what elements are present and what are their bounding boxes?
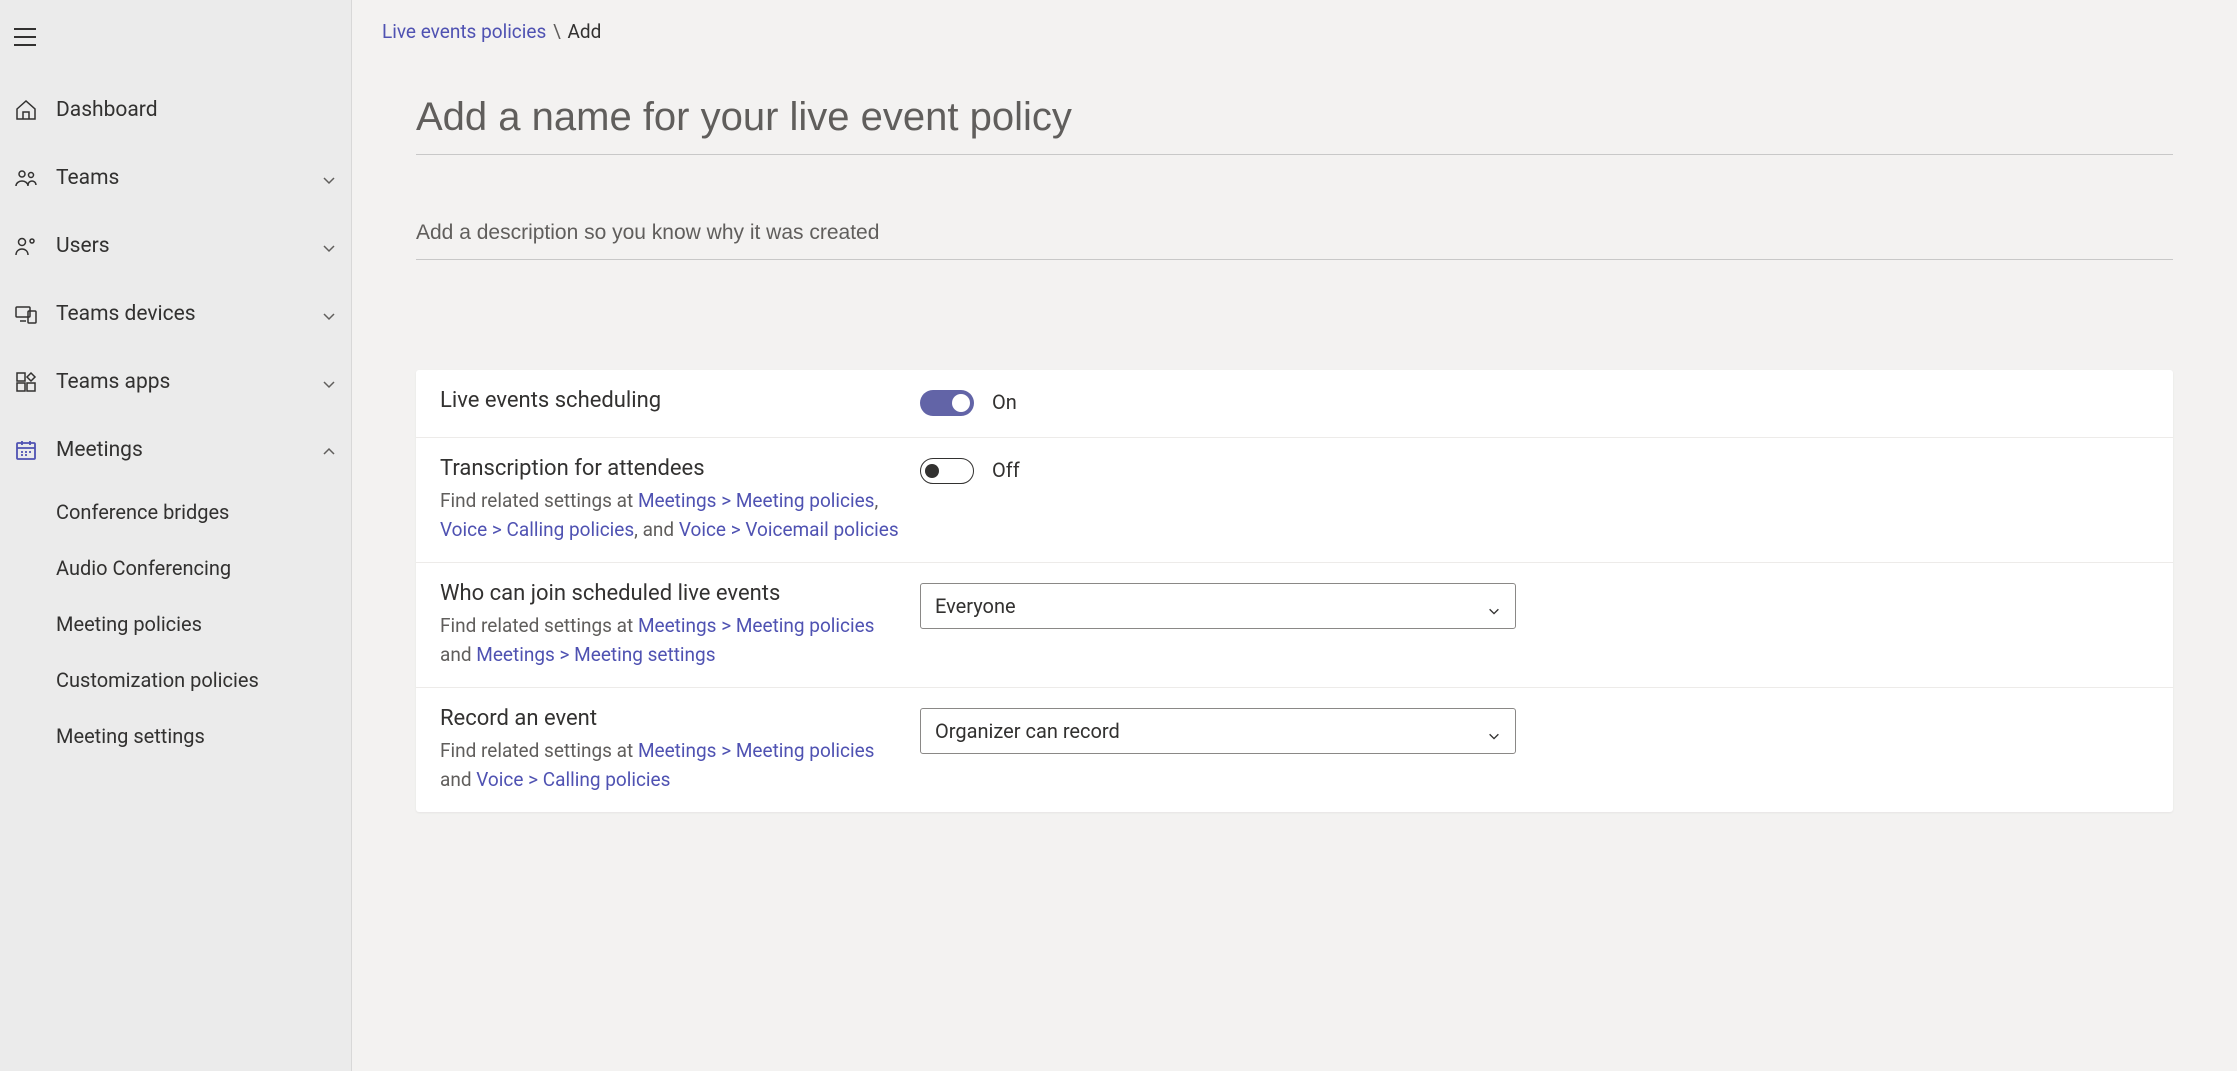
toggle-state-label: Off <box>992 458 1020 482</box>
sidebar-sub-label: Meeting policies <box>56 612 202 636</box>
sidebar-item-teams-devices[interactable]: Teams devices <box>0 280 351 348</box>
policy-description-input[interactable] <box>416 217 2173 260</box>
chevron-down-icon <box>321 306 337 322</box>
people-icon <box>14 166 38 190</box>
sidebar: Dashboard Teams Users Teams devices T <box>0 0 352 1071</box>
setting-title: Record an event <box>440 706 900 731</box>
home-icon <box>14 98 38 122</box>
breadcrumb: Live events policies \ Add <box>352 0 2237 63</box>
calendar-icon <box>14 438 38 462</box>
content: Live events scheduling On Transcription … <box>352 63 2237 1071</box>
settings-card: Live events scheduling On Transcription … <box>416 370 2173 812</box>
link-calling-policies[interactable]: Voice > Calling policies <box>476 768 670 791</box>
chevron-down-icon <box>321 170 337 186</box>
apps-icon <box>14 370 38 394</box>
select-value: Organizer can record <box>935 719 1120 743</box>
devices-icon <box>14 302 38 326</box>
who-can-join-select[interactable]: Everyone <box>920 583 1516 629</box>
setting-row-record-event: Record an event Find related settings at… <box>416 688 2173 812</box>
sidebar-sub-label: Audio Conferencing <box>56 556 231 580</box>
sidebar-sub-customization-policies[interactable]: Customization policies <box>56 652 351 708</box>
sidebar-item-label: Teams <box>56 166 321 190</box>
link-calling-policies[interactable]: Voice > Calling policies <box>440 518 634 541</box>
select-value: Everyone <box>935 594 1016 618</box>
sidebar-item-meetings[interactable]: Meetings <box>0 416 351 484</box>
sidebar-item-teams[interactable]: Teams <box>0 144 351 212</box>
sidebar-item-users[interactable]: Users <box>0 212 351 280</box>
setting-title: Transcription for attendees <box>440 456 900 481</box>
setting-title: Who can join scheduled live events <box>440 581 900 606</box>
breadcrumb-current: Add <box>568 20 602 43</box>
link-meeting-settings[interactable]: Meetings > Meeting settings <box>476 643 715 666</box>
setting-help-text: Find related settings at Meetings > Meet… <box>440 737 900 794</box>
breadcrumb-separator: \ <box>553 20 566 43</box>
chevron-up-icon <box>321 442 337 458</box>
sidebar-sub-audio-conferencing[interactable]: Audio Conferencing <box>56 540 351 596</box>
chevron-down-icon <box>321 238 337 254</box>
setting-row-live-events-scheduling: Live events scheduling On <box>416 370 2173 438</box>
toggle-state-label: On <box>992 390 1017 414</box>
setting-row-who-can-join: Who can join scheduled live events Find … <box>416 563 2173 688</box>
sidebar-item-label: Users <box>56 234 321 258</box>
setting-row-transcription: Transcription for attendees Find related… <box>416 438 2173 563</box>
chevron-down-icon <box>321 374 337 390</box>
link-meeting-policies[interactable]: Meetings > Meeting policies <box>638 614 875 637</box>
sidebar-sub-label: Customization policies <box>56 668 259 692</box>
sidebar-item-label: Dashboard <box>56 98 337 122</box>
setting-help-text: Find related settings at Meetings > Meet… <box>440 612 900 669</box>
main: Live events policies \ Add Live events s… <box>352 0 2237 1071</box>
breadcrumb-parent-link[interactable]: Live events policies <box>382 20 546 43</box>
user-icon <box>14 234 38 258</box>
policy-name-input[interactable] <box>416 91 2173 155</box>
setting-title: Live events scheduling <box>440 388 900 413</box>
chevron-down-icon <box>1487 724 1501 738</box>
sidebar-sub-label: Conference bridges <box>56 500 229 524</box>
hamburger-menu-button[interactable] <box>14 28 36 46</box>
sidebar-item-label: Teams apps <box>56 370 321 394</box>
live-events-scheduling-toggle[interactable] <box>920 390 974 416</box>
record-event-select[interactable]: Organizer can record <box>920 708 1516 754</box>
sidebar-sub-label: Meeting settings <box>56 724 205 748</box>
sidebar-sub-meeting-settings[interactable]: Meeting settings <box>56 708 351 764</box>
sidebar-sub-items-meetings: Conference bridges Audio Conferencing Me… <box>0 484 351 764</box>
sidebar-item-dashboard[interactable]: Dashboard <box>0 76 351 144</box>
link-meeting-policies[interactable]: Meetings > Meeting policies <box>638 739 875 762</box>
sidebar-sub-conference-bridges[interactable]: Conference bridges <box>56 484 351 540</box>
link-meeting-policies[interactable]: Meetings > Meeting policies <box>638 489 875 512</box>
setting-help-text: Find related settings at Meetings > Meet… <box>440 487 900 544</box>
sidebar-item-teams-apps[interactable]: Teams apps <box>0 348 351 416</box>
chevron-down-icon <box>1487 599 1501 613</box>
sidebar-item-label: Meetings <box>56 438 321 462</box>
sidebar-sub-meeting-policies[interactable]: Meeting policies <box>56 596 351 652</box>
link-voicemail-policies[interactable]: Voice > Voicemail policies <box>679 518 899 541</box>
sidebar-item-label: Teams devices <box>56 302 321 326</box>
transcription-toggle[interactable] <box>920 458 974 484</box>
